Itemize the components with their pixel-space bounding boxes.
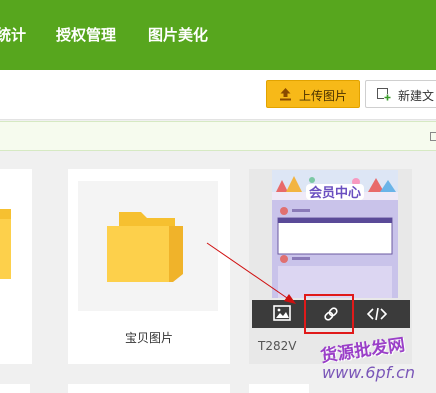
- watermark-url: www.6pf.cn: [322, 363, 416, 382]
- tile-peek: [0, 384, 30, 393]
- tile-peek: [68, 384, 230, 393]
- tile-peek: [249, 384, 309, 393]
- app-window: 统计 授权管理 图片美化 上传图片 新建文 宝贝图片 会员中心 T282V 货源…: [0, 0, 436, 393]
